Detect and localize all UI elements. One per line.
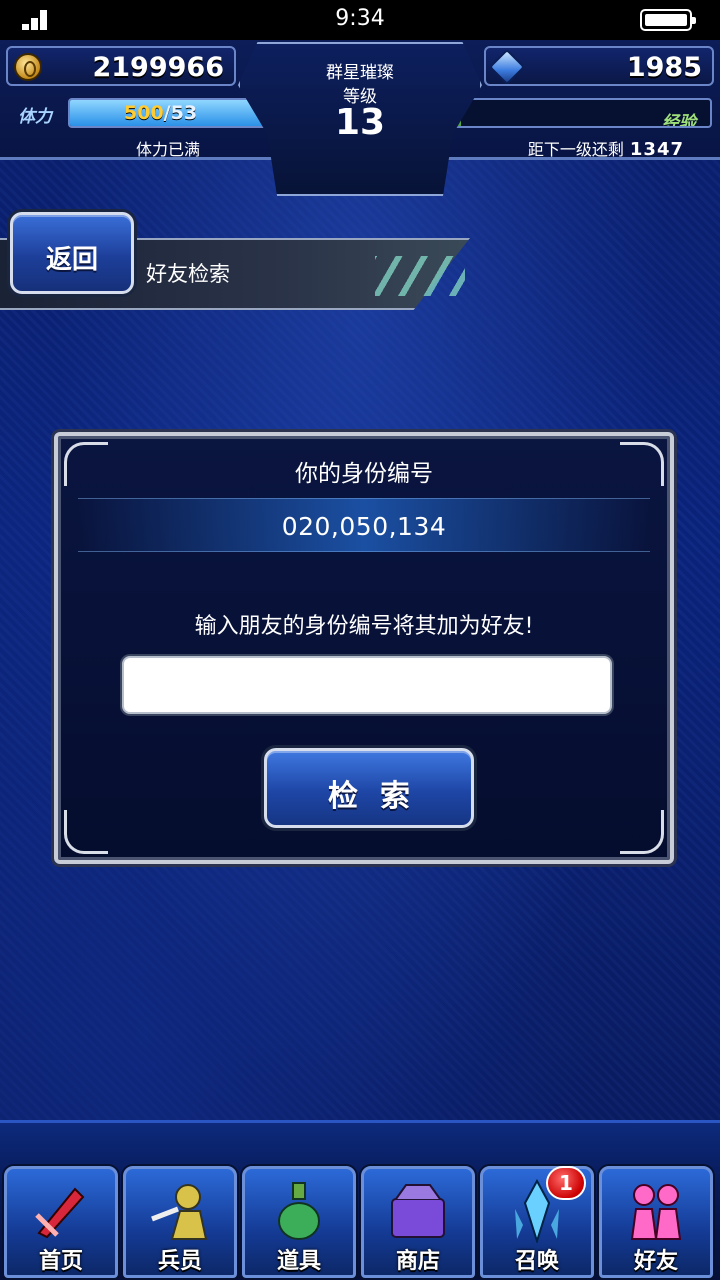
exp-label: 经验 [662, 113, 696, 128]
rank-badge: 群星璀璨 等级 13 [238, 42, 482, 196]
summon-notification-badge: 1 [546, 1166, 586, 1200]
your-id-heading: 你的身份编号 [295, 461, 433, 487]
battery-icon [640, 9, 696, 31]
hero-icon [148, 1179, 212, 1243]
stamina-value: 500/53 [124, 102, 197, 124]
exp-remaining: 距下一级还剩 1347 [528, 136, 684, 160]
rank-title: 群星璀璨 [326, 63, 394, 83]
gem-value: 1985 [626, 52, 702, 83]
banner-decoration [375, 256, 465, 296]
sword-icon [29, 1179, 93, 1243]
nav-shop-button[interactable]: 商店 [361, 1166, 475, 1278]
stamina-status: 体力已满 [136, 140, 201, 159]
your-id-value: 020,050,134 [281, 512, 447, 541]
nav-units-label: 兵员 [157, 1249, 202, 1274]
nav-units-button[interactable]: 兵员 [123, 1166, 237, 1278]
status-bar: 9:34 [0, 0, 720, 40]
lapis-gem-icon [488, 48, 526, 86]
nav-friends-button[interactable]: 好友 [599, 1166, 713, 1278]
nav-friends-label: 好友 [633, 1249, 678, 1274]
status-time: 9:34 [335, 6, 385, 31]
exp-remaining-value: 1347 [629, 139, 684, 160]
nav-items-button[interactable]: 道具 [242, 1166, 356, 1278]
nav-shop-label: 商店 [395, 1249, 440, 1274]
rank-level: 13 [334, 102, 386, 143]
shop-icon [386, 1179, 450, 1243]
gil-value: 2199966 [92, 52, 224, 83]
search-button[interactable]: 检索 [264, 748, 474, 828]
friends-icon [624, 1179, 688, 1243]
stamina-label: 体力 [18, 107, 52, 127]
gil-counter: 2199966 [6, 46, 236, 86]
back-button[interactable]: 返回 [10, 212, 134, 294]
search-button-label: 检索 [328, 779, 432, 814]
page-title: 好友检索 [146, 262, 230, 286]
friend-id-input[interactable] [122, 656, 612, 714]
stamina-current: 500 [124, 102, 164, 124]
back-button-label: 返回 [45, 245, 98, 275]
nav-home-button[interactable]: 首页 [4, 1166, 118, 1278]
search-hint: 输入朋友的身份编号将其加为好友! [194, 614, 534, 639]
nav-home-label: 首页 [38, 1249, 83, 1274]
nav-summon-label: 召唤 [514, 1249, 559, 1274]
nav-items-label: 道具 [276, 1249, 321, 1274]
stamina-max: /53 [163, 102, 198, 124]
potion-icon [267, 1179, 331, 1243]
friend-search-dialog: 你的身份编号 020,050,134 输入朋友的身份编号将其加为好友! 检索 [54, 432, 674, 864]
dialog-corner-ornament [64, 810, 108, 854]
exp-remaining-label: 距下一级还剩 [527, 140, 624, 159]
gem-counter[interactable]: 1985 [484, 46, 714, 86]
gil-coin-icon [14, 53, 42, 81]
dialog-corner-ornament [620, 810, 664, 854]
